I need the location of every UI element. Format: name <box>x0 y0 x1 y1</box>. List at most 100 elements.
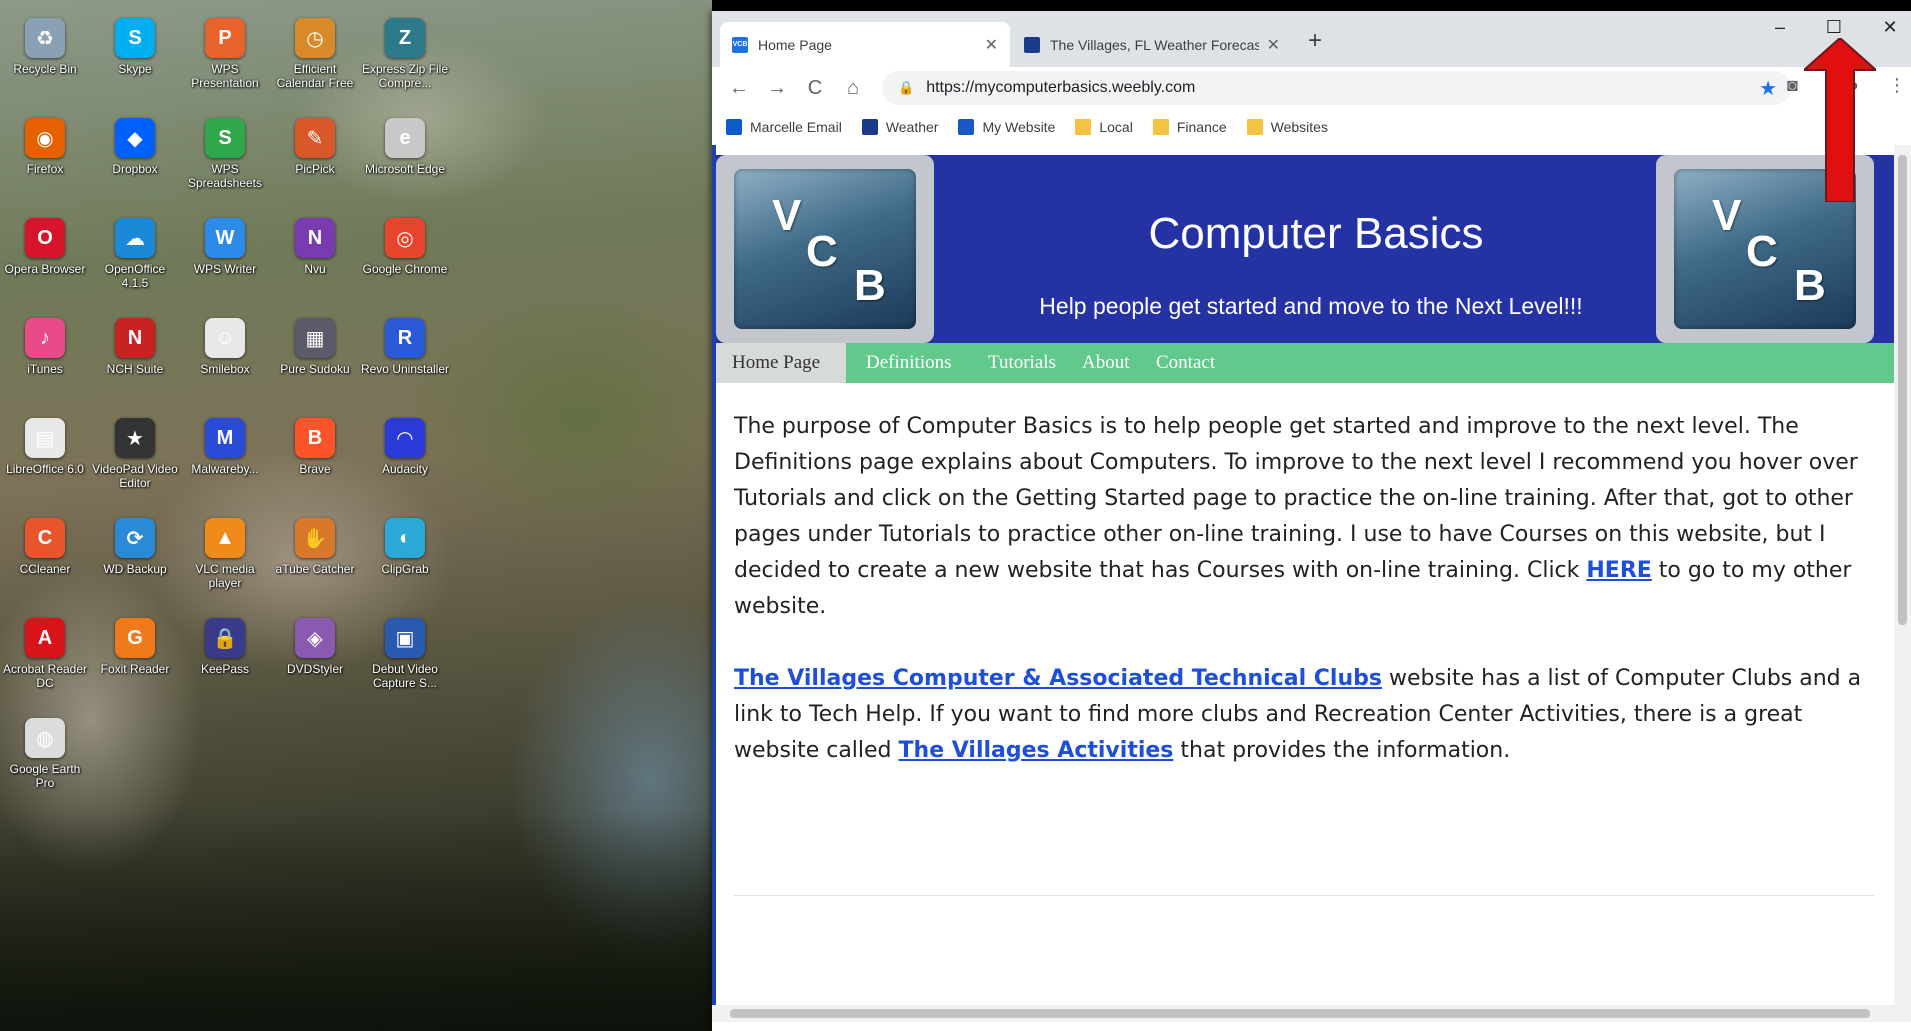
desktop-shortcut[interactable]: ▲ VLC media player <box>180 514 270 610</box>
desktop-shortcut[interactable]: ◆ Dropbox <box>90 114 180 210</box>
extension-icon[interactable]: ◙ <box>1787 75 1798 96</box>
desktop-shortcut[interactable]: ☺ Smilebox <box>180 314 270 410</box>
desktop-shortcut[interactable]: Z Express Zip File Compre... <box>360 14 450 110</box>
desktop-shortcut[interactable]: ◈ DVDStyler <box>270 614 360 710</box>
bookmark-label: Finance <box>1176 119 1227 135</box>
desktop-shortcut[interactable]: ◐ ClipGrab <box>360 514 450 610</box>
site-nav: Home Page Definitions Tutorials About Co… <box>716 343 1894 383</box>
folder-icon <box>1152 119 1169 135</box>
desktop-shortcut[interactable]: S Skype <box>90 14 180 110</box>
dvdstyler-icon: ◈ <box>295 618 335 658</box>
desktop-shortcut[interactable]: ✎ PicPick <box>270 114 360 210</box>
bookmark-star-icon[interactable]: ★ <box>1759 76 1777 101</box>
wd-backup-icon: ⟳ <box>115 518 155 558</box>
scroll-thumb[interactable] <box>730 1009 1870 1018</box>
nav-about[interactable]: About <box>1066 343 1146 383</box>
desktop-shortcut[interactable]: C CCleaner <box>0 514 90 610</box>
desktop-shortcut[interactable]: ▣ Debut Video Capture S... <box>360 614 450 710</box>
wps-spreadsheets-icon: S <box>205 118 245 158</box>
home-button[interactable]: ⌂ <box>834 77 872 100</box>
revo-icon: R <box>385 318 425 358</box>
desktop-shortcut-label: Express Zip File Compre... <box>361 62 449 90</box>
libreoffice-icon: ▤ <box>25 418 65 458</box>
bookmark-item[interactable]: Websites <box>1246 119 1328 135</box>
tab-weather[interactable]: The Villages, FL Weather Forecast ✕ <box>1012 22 1292 67</box>
desktop-shortcut[interactable]: ▤ LibreOffice 6.0 <box>0 414 90 510</box>
chrome-icon: ◎ <box>385 218 425 258</box>
recycle-bin-icon: ♻ <box>25 18 65 58</box>
atube-catcher-icon: ✋ <box>295 518 335 558</box>
desktop-shortcut[interactable]: ◉ Firefox <box>0 114 90 210</box>
logo-left[interactable]: V C B <box>716 155 934 343</box>
desktop-shortcut-label: Recycle Bin <box>13 62 77 76</box>
horizontal-scrollbar[interactable] <box>712 1005 1911 1022</box>
desktop-shortcut-label: PicPick <box>295 162 335 176</box>
desktop-shortcut-label: Nvu <box>304 262 326 276</box>
here-link[interactable]: HERE <box>1586 558 1651 583</box>
bookmark-item[interactable]: Local <box>1075 119 1133 135</box>
nav-definitions[interactable]: Definitions <box>850 343 968 383</box>
desktop-shortcut[interactable]: S WPS Spreadsheets <box>180 114 270 210</box>
desktop-shortcut[interactable]: R Revo Uninstaller <box>360 314 450 410</box>
desktop-shortcut[interactable]: ⟳ WD Backup <box>90 514 180 610</box>
close-tab-icon[interactable]: ✕ <box>985 35 998 55</box>
tab-strip: VCB Home Page ✕ The Villages, FL Weather… <box>712 11 1911 67</box>
desktop-shortcut[interactable]: ▦ Pure Sudoku <box>270 314 360 410</box>
bookmark-item[interactable]: My Website <box>958 119 1055 135</box>
close-tab-icon[interactable]: ✕ <box>1267 35 1280 55</box>
desktop-shortcut[interactable]: ♻ Recycle Bin <box>0 14 90 110</box>
nav-home-page[interactable]: Home Page <box>716 343 846 383</box>
desktop-shortcut[interactable]: ★ VideoPad Video Editor <box>90 414 180 510</box>
desktop-shortcut[interactable]: ♪ iTunes <box>0 314 90 410</box>
villages-activities-link[interactable]: The Villages Activities <box>899 738 1174 763</box>
desktop-shortcut[interactable]: e Microsoft Edge <box>360 114 450 210</box>
desktop-shortcut[interactable]: A Acrobat Reader DC <box>0 614 90 710</box>
desktop-shortcut[interactable]: M Malwareby... <box>180 414 270 510</box>
desktop-shortcut[interactable]: ◎ Google Chrome <box>360 214 450 310</box>
desktop-shortcut[interactable]: ◠ Audacity <box>360 414 450 510</box>
desktop-shortcut-label: CCleaner <box>19 562 71 576</box>
desktop-shortcut-label: Brave <box>299 462 331 476</box>
audacity-icon: ◠ <box>385 418 425 458</box>
vertical-scrollbar[interactable] <box>1894 145 1911 1005</box>
maximize-button[interactable]: ☐ <box>1814 17 1854 38</box>
desktop-shortcut[interactable]: B Brave <box>270 414 360 510</box>
reload-button[interactable]: C <box>796 77 834 100</box>
desktop-shortcut[interactable]: N NCH Suite <box>90 314 180 410</box>
desktop-wallpaper: ♻ Recycle Bin S Skype P WPS Presentation ◷ Effi… <box>0 0 712 1031</box>
desktop-shortcut-label: NCH Suite <box>106 362 164 376</box>
desktop-shortcut[interactable]: O Opera Browser <box>0 214 90 310</box>
new-tab-button[interactable]: + <box>1308 27 1322 55</box>
itunes-icon: ♪ <box>25 318 65 358</box>
forward-button[interactable]: → <box>758 77 796 100</box>
desktop-shortcut-label: Firefox <box>26 162 64 176</box>
back-button[interactable]: ← <box>720 77 758 100</box>
menu-icon[interactable]: ⋮ <box>1888 75 1906 96</box>
desktop-shortcut[interactable]: P WPS Presentation <box>180 14 270 110</box>
bookmark-item[interactable]: Finance <box>1152 119 1227 135</box>
malwarebytes-icon: M <box>205 418 245 458</box>
tab-home-page[interactable]: VCB Home Page ✕ <box>720 22 1010 67</box>
address-bar[interactable]: 🔒 https://mycomputerbasics.weebly.com ★ <box>882 71 1791 105</box>
site-favicon-icon <box>958 119 975 135</box>
villages-clubs-link[interactable]: The Villages Computer & Associated Techn… <box>734 666 1382 691</box>
bookmark-item[interactable]: Weather <box>861 119 938 135</box>
close-window-button[interactable]: ✕ <box>1870 17 1910 38</box>
bookmark-item[interactable]: Marcelle Email <box>726 119 842 135</box>
desktop-shortcut[interactable]: ◷ Efficient Calendar Free <box>270 14 360 110</box>
desktop-shortcut[interactable]: ☁ OpenOffice 4.1.5 <box>90 214 180 310</box>
desktop-shortcut[interactable]: 🔒 KeePass <box>180 614 270 710</box>
scroll-thumb[interactable] <box>1898 155 1907 625</box>
nav-contact[interactable]: Contact <box>1140 343 1231 383</box>
nav-tutorials[interactable]: Tutorials <box>972 343 1072 383</box>
firefox-icon: ◉ <box>25 118 65 158</box>
desktop-shortcut[interactable]: ◍ Google Earth Pro <box>0 714 90 810</box>
minimize-button[interactable]: – <box>1760 17 1800 38</box>
web-page: V C B Computer Basics Help people get st… <box>712 145 1894 1005</box>
desktop-shortcut[interactable]: ✋ aTube Catcher <box>270 514 360 610</box>
opera-icon: O <box>25 218 65 258</box>
desktop-shortcut[interactable]: W WPS Writer <box>180 214 270 310</box>
desktop-shortcut-label: WPS Presentation <box>191 62 259 90</box>
desktop-shortcut[interactable]: N Nvu <box>270 214 360 310</box>
desktop-shortcut[interactable]: G Foxit Reader <box>90 614 180 710</box>
